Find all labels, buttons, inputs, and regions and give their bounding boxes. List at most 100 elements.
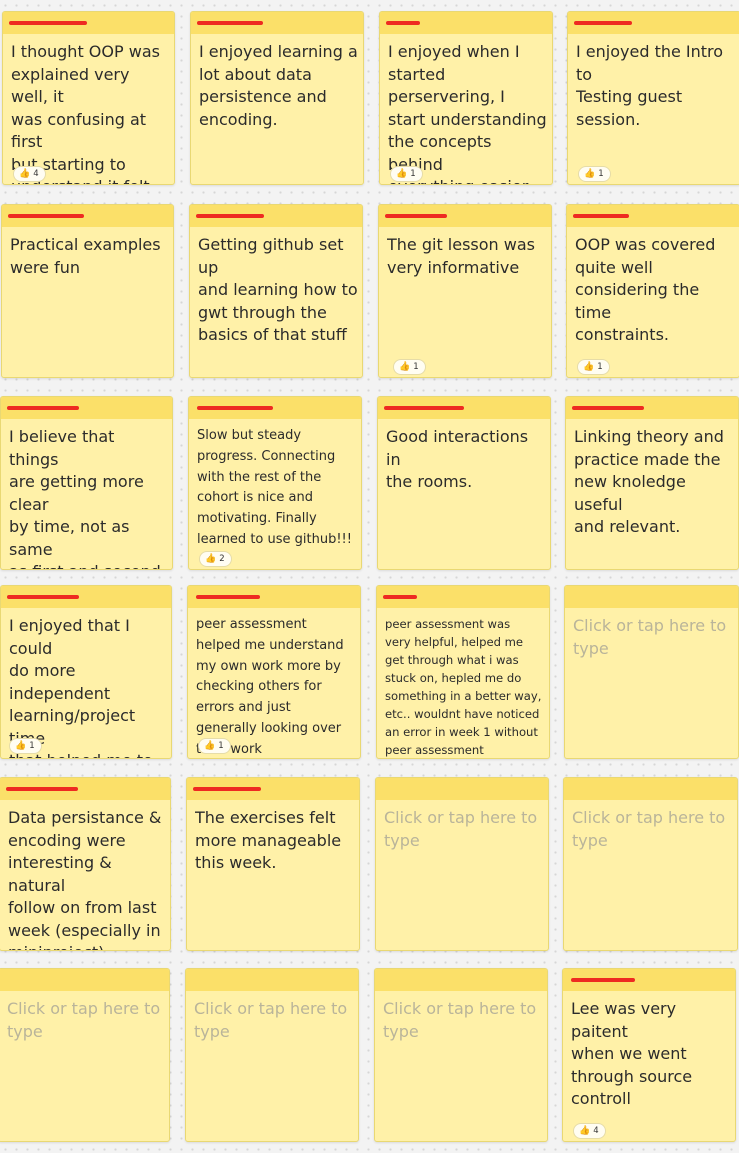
sticky-note[interactable]: Slow but steady progress. Connecting wit… — [188, 396, 362, 570]
note-text[interactable]: The exercises felt more manageable this … — [195, 807, 355, 875]
thumbs-up-icon: 👍 — [584, 169, 596, 179]
like-count: 2 — [219, 554, 225, 564]
like-badge[interactable]: 👍 4 — [573, 1123, 606, 1139]
sticky-note[interactable]: Lee was very paitent when we went throug… — [562, 968, 736, 1142]
sticky-note[interactable]: peer assessment was very helpful, helped… — [376, 585, 550, 759]
thumbs-up-icon: 👍 — [396, 169, 408, 179]
note-text[interactable]: peer assessment was very helpful, helped… — [385, 615, 545, 758]
note-placeholder[interactable]: Click or tap here to type — [383, 998, 543, 1043]
redacted-author — [571, 978, 635, 982]
thumbs-up-icon: 👍 — [205, 554, 217, 564]
like-badge[interactable]: 👍 1 — [9, 738, 42, 754]
note-author-bar — [563, 969, 735, 991]
redacted-author — [8, 214, 84, 218]
note-placeholder[interactable]: Click or tap here to type — [7, 998, 165, 1043]
redacted-author — [196, 214, 264, 218]
sticky-note-empty[interactable]: Click or tap here to type — [375, 777, 549, 951]
sticky-note[interactable]: I enjoyed that I could do more independe… — [0, 585, 172, 759]
sticky-note[interactable]: OOP was covered quite well considering t… — [566, 204, 739, 378]
note-author-bar — [567, 205, 739, 227]
note-text[interactable]: OOP was covered quite well considering t… — [575, 234, 735, 347]
note-text[interactable]: Slow but steady progress. Connecting wit… — [197, 426, 357, 551]
note-author-bar — [1, 397, 172, 419]
redacted-author — [574, 21, 632, 25]
like-count: 1 — [598, 169, 604, 179]
note-text[interactable]: I enjoyed learning a lot about data pers… — [199, 41, 359, 131]
sticky-note[interactable]: Practical examples were fun — [1, 204, 174, 378]
thumbs-up-icon: 👍 — [399, 362, 411, 372]
note-text[interactable]: Good interactions in the rooms. — [386, 426, 546, 494]
redacted-author — [573, 214, 629, 218]
like-count: 1 — [29, 741, 35, 751]
note-author-bar — [375, 969, 547, 991]
redacted-author — [196, 595, 260, 599]
note-author-bar — [564, 778, 737, 800]
sticky-note[interactable]: I enjoyed learning a lot about data pers… — [190, 11, 364, 185]
note-text[interactable]: The git lesson was very informative — [387, 234, 547, 279]
sticky-note-empty[interactable]: Click or tap here to type — [0, 968, 170, 1142]
retrospective-board: { "notes": [ {"text":"I thought OOP was\… — [0, 0, 739, 1153]
note-text[interactable]: Getting github set up and learning how t… — [198, 234, 358, 347]
like-badge[interactable]: 👍 1 — [578, 166, 611, 182]
sticky-note[interactable]: Good interactions in the rooms. — [377, 396, 551, 570]
sticky-note-empty[interactable]: Click or tap here to type — [563, 777, 738, 951]
note-text[interactable]: Linking theory and practice made the new… — [574, 426, 734, 539]
sticky-note[interactable]: Data persistance & encoding were interes… — [0, 777, 171, 951]
like-count: 1 — [413, 362, 419, 372]
thumbs-up-icon: 👍 — [583, 362, 595, 372]
like-count: 1 — [218, 741, 224, 751]
redacted-author — [197, 406, 273, 410]
like-badge[interactable]: 👍 1 — [393, 359, 426, 375]
like-badge[interactable]: 👍 1 — [390, 166, 423, 182]
note-text[interactable]: Data persistance & encoding were interes… — [8, 807, 166, 950]
redacted-author — [383, 595, 417, 599]
note-author-bar — [2, 205, 173, 227]
sticky-note-empty[interactable]: Click or tap here to type — [564, 585, 739, 759]
sticky-note[interactable]: The git lesson was very informative 👍 1 — [378, 204, 552, 378]
sticky-note[interactable]: Getting github set up and learning how t… — [189, 204, 363, 378]
like-count: 1 — [410, 169, 416, 179]
note-text[interactable]: I believe that things are getting more c… — [9, 426, 168, 569]
note-text[interactable]: I thought OOP was explained very well, i… — [11, 41, 170, 184]
note-text[interactable]: I enjoyed the Intro to Testing guest ses… — [576, 41, 736, 131]
note-author-bar — [0, 969, 169, 991]
like-badge[interactable]: 👍 1 — [198, 738, 231, 754]
note-author-bar — [379, 205, 551, 227]
note-author-bar — [566, 397, 738, 419]
like-count: 4 — [593, 1126, 599, 1136]
note-author-bar — [378, 397, 550, 419]
note-author-bar — [186, 969, 358, 991]
sticky-note[interactable]: The exercises felt more manageable this … — [186, 777, 360, 951]
sticky-note[interactable]: I enjoyed the Intro to Testing guest ses… — [567, 11, 739, 185]
sticky-note[interactable]: I thought OOP was explained very well, i… — [2, 11, 175, 185]
note-author-bar — [189, 397, 361, 419]
note-author-bar — [568, 12, 739, 34]
note-placeholder[interactable]: Click or tap here to type — [384, 807, 544, 852]
note-author-bar — [190, 205, 362, 227]
redacted-author — [197, 21, 263, 25]
note-placeholder[interactable]: Click or tap here to type — [573, 615, 734, 660]
sticky-note-empty[interactable]: Click or tap here to type — [185, 968, 359, 1142]
redacted-author — [386, 21, 420, 25]
note-author-bar — [376, 778, 548, 800]
sticky-note[interactable]: peer assessment helped me understand my … — [187, 585, 361, 759]
note-text[interactable]: Lee was very paitent when we went throug… — [571, 998, 731, 1111]
note-author-bar — [377, 586, 549, 608]
note-text[interactable]: Practical examples were fun — [10, 234, 169, 279]
like-badge[interactable]: 👍 4 — [13, 166, 46, 182]
redacted-author — [385, 214, 447, 218]
redacted-author — [6, 787, 78, 791]
note-placeholder[interactable]: Click or tap here to type — [572, 807, 733, 852]
sticky-note[interactable]: I enjoyed when I started perservering, I… — [379, 11, 553, 185]
note-author-bar — [0, 778, 170, 800]
thumbs-up-icon: 👍 — [19, 169, 31, 179]
note-text[interactable]: I enjoyed when I started perservering, I… — [388, 41, 548, 184]
note-placeholder[interactable]: Click or tap here to type — [194, 998, 354, 1043]
sticky-note-empty[interactable]: Click or tap here to type — [374, 968, 548, 1142]
like-badge[interactable]: 👍 1 — [577, 359, 610, 375]
like-badge[interactable]: 👍 2 — [199, 551, 232, 567]
sticky-note[interactable]: I believe that things are getting more c… — [0, 396, 173, 570]
thumbs-up-icon: 👍 — [579, 1126, 591, 1136]
sticky-note[interactable]: Linking theory and practice made the new… — [565, 396, 739, 570]
like-count: 1 — [597, 362, 603, 372]
